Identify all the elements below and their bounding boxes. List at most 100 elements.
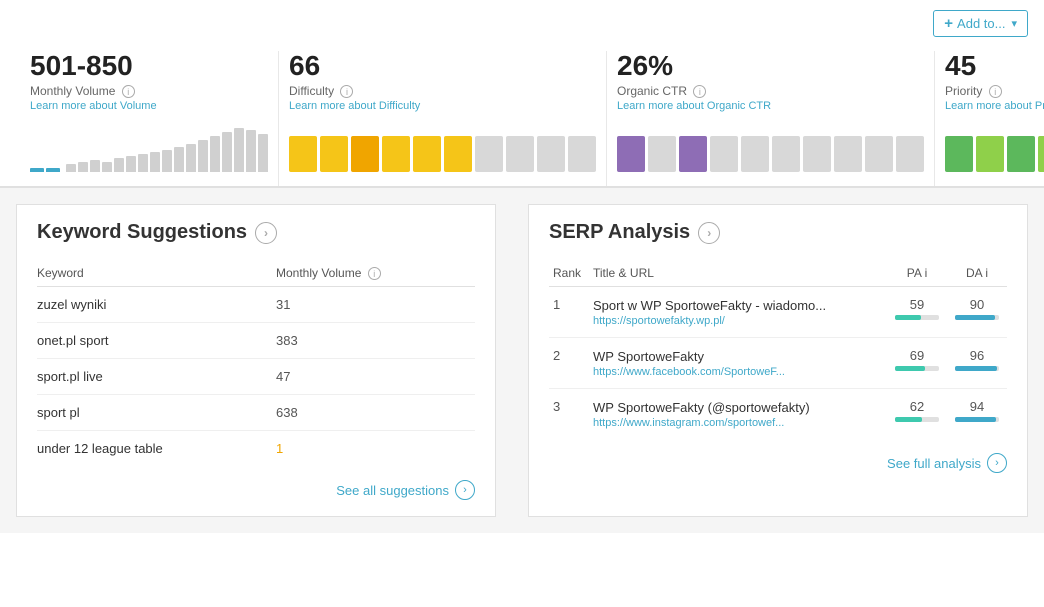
volume-link[interactable]: Learn more about Volume (30, 100, 268, 112)
keyword-cell: onet.pl sport (37, 323, 276, 359)
serp-pa-cell: 62 (887, 389, 947, 440)
serp-analysis-arrow-icon[interactable]: › (698, 222, 720, 244)
keyword-table: Keyword Monthly Volume i zuzel wyniki 31… (37, 260, 475, 466)
pa-bar-wrap (895, 366, 939, 371)
keyword-cell: sport pl (37, 395, 276, 431)
da-bar-wrap (955, 417, 999, 422)
serp-da-cell: 96 (947, 338, 1007, 389)
ctr-bar (617, 122, 924, 172)
volume-info-icon[interactable]: i (122, 85, 135, 98)
volume-col-info-icon[interactable]: i (368, 267, 381, 280)
serp-url[interactable]: https://www.instagram.com/sportowef... (593, 417, 883, 429)
keyword-table-row: zuzel wyniki 31 (37, 287, 475, 323)
volume-bar-dash2 (46, 168, 60, 172)
volume-chart (30, 122, 268, 172)
keyword-suggestions-title: Keyword Suggestions › (37, 221, 475, 244)
add-to-button[interactable]: + Add to... ▾ (933, 10, 1028, 37)
da-bar-wrap (955, 315, 999, 320)
da-bar (955, 366, 997, 371)
keyword-suggestions-arrow-icon[interactable]: › (255, 222, 277, 244)
serp-title: Sport w WP SportoweFakty - wiadomo... (593, 298, 826, 313)
keyword-table-row: onet.pl sport 383 (37, 323, 475, 359)
volume-cell: 383 (276, 323, 475, 359)
serp-title-url-cell: WP SportoweFakty https://www.facebook.co… (589, 338, 887, 389)
top-bar: + Add to... ▾ (0, 0, 1044, 43)
difficulty-label: Difficulty i (289, 84, 596, 98)
serp-analysis-title: SERP Analysis › (549, 221, 1007, 244)
col-da-header: DA i (947, 260, 1007, 287)
pa-bar-wrap (895, 417, 939, 422)
main-container: + Add to... ▾ 501-850 Monthly Volume i L… (0, 0, 1044, 607)
priority-info-icon[interactable]: i (989, 85, 1002, 98)
serp-title: WP SportoweFakty (@sportowefakty) (593, 400, 810, 415)
volume-bar-dash (30, 168, 44, 172)
volume-cell: 47 (276, 359, 475, 395)
da-bar-wrap (955, 366, 999, 371)
keyword-table-row: sport.pl live 47 (37, 359, 475, 395)
pa-bar (895, 417, 922, 422)
keyword-table-row: sport pl 638 (37, 395, 475, 431)
ctr-info-icon[interactable]: i (693, 85, 706, 98)
pa-info-icon[interactable]: i (925, 266, 928, 280)
metric-ctr: 26% Organic CTR i Learn more about Organ… (607, 51, 935, 186)
serp-da-cell: 94 (947, 389, 1007, 440)
priority-link[interactable]: Learn more about Priority (945, 100, 1044, 112)
volume-bar-1 (66, 164, 76, 172)
see-all-suggestions-link[interactable]: See all suggestions › (37, 480, 475, 500)
serp-analysis-panel: SERP Analysis › Rank Title & URL PA i (528, 204, 1028, 517)
metric-priority: 45 Priority i Learn more about Priority (935, 51, 1044, 186)
serp-rank-cell: 1 (549, 287, 589, 338)
keyword-cell: zuzel wyniki (37, 287, 276, 323)
volume-cell: 1 (276, 431, 475, 467)
keyword-cell: sport.pl live (37, 359, 276, 395)
add-to-label: Add to... (957, 16, 1005, 31)
plus-icon: + (944, 15, 953, 32)
metric-difficulty: 66 Difficulty i Learn more about Difficu… (279, 51, 607, 186)
serp-url[interactable]: https://sportowefakty.wp.pl/ (593, 315, 883, 327)
priority-value: 45 (945, 51, 1044, 82)
volume-value: 501-850 (30, 51, 268, 82)
dropdown-arrow-icon: ▾ (1011, 17, 1017, 30)
serp-pa-cell: 59 (887, 287, 947, 338)
metric-volume: 501-850 Monthly Volume i Learn more abou… (20, 51, 279, 186)
volume-label: Monthly Volume i (30, 84, 268, 98)
volume-cell: 638 (276, 395, 475, 431)
ctr-value: 26% (617, 51, 924, 82)
keyword-table-row: under 12 league table 1 (37, 431, 475, 467)
keyword-suggestions-panel: Keyword Suggestions › Keyword Monthly Vo… (16, 204, 496, 517)
serp-title: WP SportoweFakty (593, 349, 704, 364)
col-keyword-header: Keyword (37, 260, 276, 287)
main-content: Keyword Suggestions › Keyword Monthly Vo… (0, 188, 1044, 533)
keyword-cell: under 12 league table (37, 431, 276, 467)
difficulty-bar (289, 122, 596, 172)
da-bar (955, 315, 995, 320)
difficulty-value: 66 (289, 51, 596, 82)
priority-bar (945, 122, 1044, 172)
serp-table: Rank Title & URL PA i DA i (549, 260, 1007, 439)
serp-url[interactable]: https://www.facebook.com/SportoweF... (593, 366, 883, 378)
serp-table-row: 2 WP SportoweFakty https://www.facebook.… (549, 338, 1007, 389)
da-bar (955, 417, 996, 422)
serp-title-url-cell: WP SportoweFakty (@sportowefakty) https:… (589, 389, 887, 440)
difficulty-link[interactable]: Learn more about Difficulty (289, 100, 596, 112)
serp-rank-cell: 2 (549, 338, 589, 389)
ctr-label: Organic CTR i (617, 84, 924, 98)
serp-da-cell: 90 (947, 287, 1007, 338)
priority-label: Priority i (945, 84, 1044, 98)
difficulty-info-icon[interactable]: i (340, 85, 353, 98)
serp-table-row: 1 Sport w WP SportoweFakty - wiadomo... … (549, 287, 1007, 338)
serp-rank-cell: 3 (549, 389, 589, 440)
metrics-row: 501-850 Monthly Volume i Learn more abou… (0, 43, 1044, 188)
pa-bar (895, 315, 921, 320)
col-rank-header: Rank (549, 260, 589, 287)
col-pa-header: PA i (887, 260, 947, 287)
see-all-arrow-icon: › (455, 480, 475, 500)
ctr-link[interactable]: Learn more about Organic CTR (617, 100, 924, 112)
da-info-icon[interactable]: i (985, 266, 988, 280)
volume-cell: 31 (276, 287, 475, 323)
col-volume-header: Monthly Volume i (276, 260, 475, 287)
see-full-analysis-link[interactable]: See full analysis › (549, 453, 1007, 473)
serp-table-row: 3 WP SportoweFakty (@sportowefakty) http… (549, 389, 1007, 440)
serp-title-url-cell: Sport w WP SportoweFakty - wiadomo... ht… (589, 287, 887, 338)
col-title-url-header: Title & URL (589, 260, 887, 287)
